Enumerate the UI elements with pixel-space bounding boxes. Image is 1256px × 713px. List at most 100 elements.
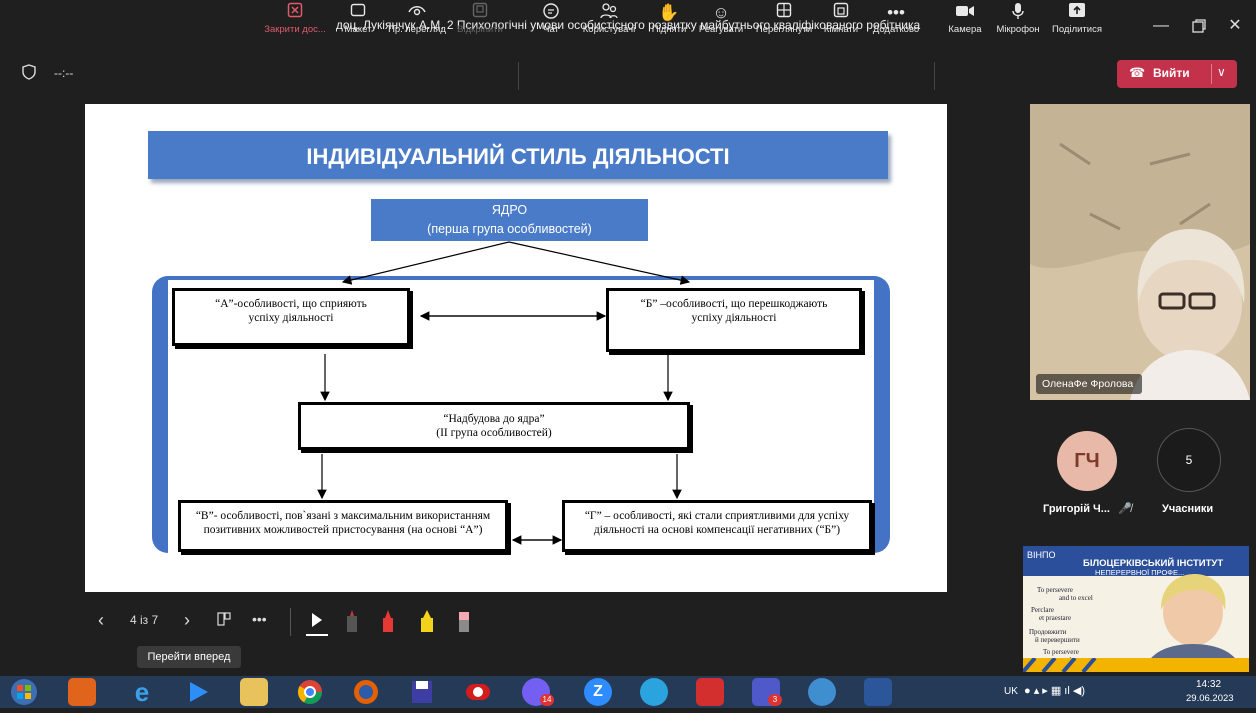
unpin-button[interactable]: Відкріпити (454, 2, 506, 44)
thumb-text-2: and to excel (1059, 594, 1093, 602)
share-label: Поділитися (1052, 24, 1102, 35)
rooms-button[interactable]: Кімнати (820, 2, 862, 44)
thumb-text-5: Продовжити (1029, 628, 1067, 636)
unpin-icon (454, 2, 506, 24)
teams-badge: 3 (768, 694, 782, 706)
record-icon[interactable] (464, 678, 492, 706)
box-v-text: “В”- особливості, пов`язані з максимальн… (195, 510, 491, 536)
start-button[interactable] (6, 676, 44, 708)
layout-button[interactable]: Макет (338, 2, 378, 44)
phone-icon: ☎ (1129, 65, 1146, 80)
camera-icon (944, 2, 986, 24)
presenter-thumbnail[interactable]: ВІНПО БІЛОЦЕРКІВСЬКИЙ ІНСТИТУТ НЕПЕРЕРВН… (1023, 546, 1249, 672)
view-label: Переглянути (755, 24, 813, 35)
meeting-toolbar (0, 52, 1256, 98)
view-button[interactable]: Переглянути (750, 2, 818, 44)
media-player-icon[interactable] (184, 678, 212, 706)
next-slide-icon[interactable]: › (184, 610, 190, 631)
prev-slide-icon[interactable]: ‹ (98, 610, 104, 631)
chat-button[interactable]: Чат (534, 2, 568, 44)
maximize-icon[interactable] (1184, 14, 1214, 38)
react-button[interactable]: ☺ Реагувати (696, 2, 746, 44)
more-button[interactable]: ••• Додатково (866, 2, 926, 44)
rooms-icon (820, 2, 862, 24)
chat-label: Чат (543, 24, 559, 35)
people-label: Користувачі (582, 24, 636, 35)
preview-label: Пр. перегляд (388, 24, 446, 35)
thumb-text-7: To persevere (1043, 648, 1079, 656)
box-v: “В”- особливості, пов`язані з максимальн… (178, 500, 508, 552)
box-b-text: “Б” –особливості, що перешкоджають успіх… (640, 298, 828, 324)
participant-video[interactable] (1030, 104, 1250, 400)
thumb-text-1: To persevere (1037, 586, 1073, 594)
leave-button[interactable]: ☎ Вийти ∨ (1117, 60, 1237, 88)
explorer-icon[interactable] (240, 678, 268, 706)
presenter-divider (290, 608, 291, 636)
telegram-icon[interactable] (640, 678, 668, 706)
thumb-text-4: et praestare (1039, 614, 1072, 622)
shield-icon (22, 64, 36, 85)
participants-label: Учасники (1162, 503, 1214, 515)
mic-button[interactable]: Мікрофон (990, 2, 1046, 44)
toolbar-divider (934, 62, 935, 90)
raise-hand-icon: ✋ (658, 3, 680, 22)
chat-icon (534, 2, 568, 24)
avatar-initials: ГЧ (1074, 450, 1100, 472)
clock-time: 14:32 (1196, 679, 1222, 690)
participant-name: ОленаФе Фролова (1042, 378, 1134, 390)
more-icon: ••• (887, 3, 905, 22)
eye-icon (384, 2, 450, 24)
box-b: “Б” –особливості, що перешкоджають успіх… (606, 288, 862, 352)
viber-badge: 14 (540, 694, 554, 706)
participants-count: 5 (1185, 453, 1193, 467)
page-counter: 4 із 7 (130, 613, 159, 627)
save-icon[interactable] (408, 678, 436, 706)
firefox-icon[interactable] (352, 678, 380, 706)
stop-sharing-label: Закрити дос... (264, 24, 326, 35)
thumb-logo: ВІНПО (1027, 550, 1056, 560)
eraser-icon[interactable] (456, 608, 472, 639)
language-indicator[interactable]: UK (1004, 686, 1018, 697)
avatar[interactable]: ГЧ (1057, 431, 1117, 491)
presenter-video-icon (1143, 574, 1243, 672)
box-superstructure: “Надбудова до ядра” (ІІ група особливост… (298, 402, 690, 450)
preview-button[interactable]: Пр. перегляд (384, 2, 450, 44)
share-icon (1048, 2, 1106, 24)
share-button[interactable]: Поділитися (1048, 2, 1106, 44)
raise-hand-button[interactable]: ✋ Підняти (646, 2, 692, 44)
zoom-icon[interactable]: Z (584, 678, 612, 706)
stop-sharing-button[interactable]: Закрити дос... (262, 2, 328, 44)
close-icon[interactable]: ✕ (1220, 14, 1250, 38)
pen-black-icon[interactable] (344, 608, 360, 639)
more-options-icon[interactable]: ••• (252, 611, 267, 627)
app-icon[interactable] (808, 678, 836, 706)
pdf-icon[interactable] (696, 678, 724, 706)
minimize-icon[interactable]: — (1146, 14, 1176, 38)
people-icon (578, 2, 640, 24)
participants-count-button[interactable]: 5 (1157, 428, 1221, 492)
highlighter-icon[interactable] (418, 608, 436, 639)
pen-red-icon[interactable] (380, 608, 396, 639)
pointer-tool-icon[interactable] (306, 608, 328, 636)
call-timer: --:-- (54, 66, 74, 80)
camera-label: Камера (948, 24, 982, 35)
tray-icons[interactable]: ● ▴ ▸ ▦ ıl ◀) (1024, 684, 1085, 697)
slide-grid-icon[interactable] (216, 611, 232, 630)
thumb-text-3: Perclare (1031, 606, 1054, 614)
chrome-icon[interactable] (296, 678, 324, 706)
ie-icon[interactable]: e (128, 678, 156, 706)
leave-divider (1211, 64, 1212, 84)
tooltip-text: Перейти вперед (147, 651, 231, 663)
camera-button[interactable]: Камера (944, 2, 986, 44)
people-button[interactable]: Користувачі (578, 2, 640, 44)
box-g: “Г” – особливості, які стали сприятливим… (562, 500, 872, 552)
mic-label: Мікрофон (996, 24, 1040, 35)
word-icon[interactable] (864, 678, 892, 706)
toolbar-divider (518, 62, 519, 90)
chevron-down-icon[interactable]: ∨ (1217, 65, 1226, 79)
office-icon[interactable] (68, 678, 96, 706)
layout-icon (338, 2, 378, 24)
box-a: “А”-особливості, що сприяють успіху діял… (172, 288, 410, 346)
raise-hand-label: Підняти (651, 24, 687, 35)
box-superstructure-subtitle: (ІІ група особливостей) (436, 427, 552, 439)
